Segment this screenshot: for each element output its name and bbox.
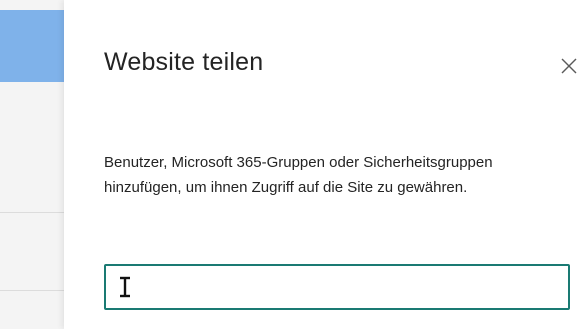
background-accent-block bbox=[0, 10, 64, 82]
background-page bbox=[0, 0, 64, 329]
text-cursor-icon bbox=[120, 276, 130, 298]
share-site-screen: Website teilen Benutzer, Microsoft 365-G… bbox=[0, 0, 584, 329]
share-site-panel: Website teilen Benutzer, Microsoft 365-G… bbox=[64, 0, 584, 329]
close-icon bbox=[561, 58, 577, 74]
background-divider bbox=[0, 290, 64, 291]
dialog-title: Website teilen bbox=[104, 48, 264, 76]
dialog-description: Benutzer, Microsoft 365-Gruppen oder Sic… bbox=[104, 154, 493, 196]
close-button[interactable] bbox=[554, 48, 584, 84]
people-search-input[interactable] bbox=[106, 266, 568, 308]
people-picker-field[interactable] bbox=[104, 264, 570, 310]
background-divider bbox=[0, 212, 64, 213]
